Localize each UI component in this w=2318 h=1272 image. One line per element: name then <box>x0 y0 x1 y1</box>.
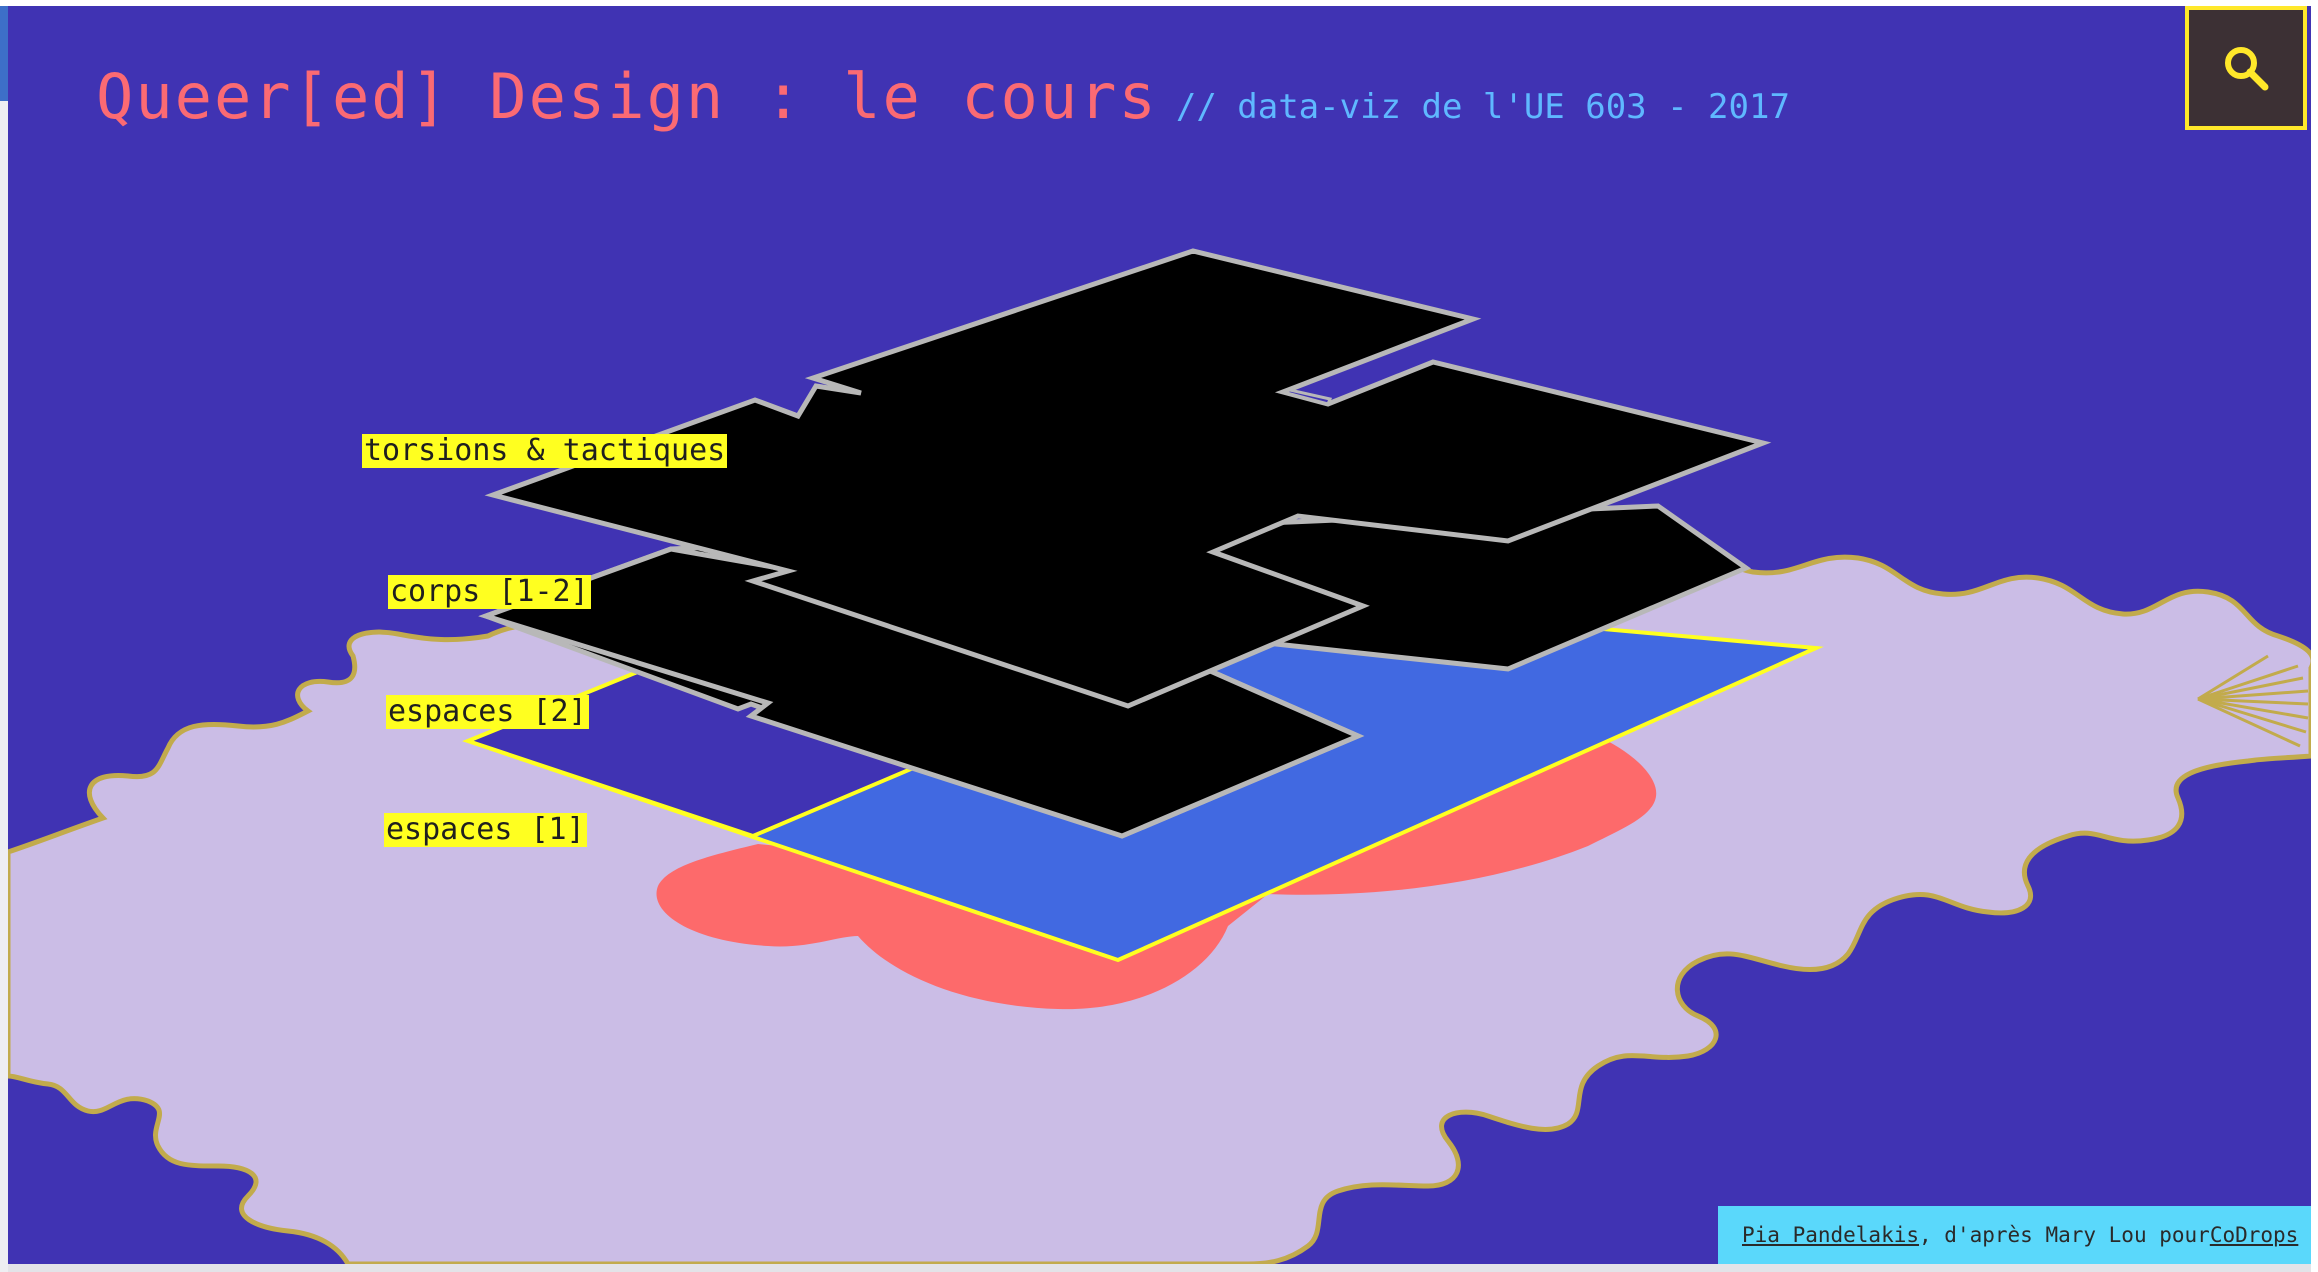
left-edge-tab <box>0 6 8 101</box>
credits-text: , d'après Mary Lou pour <box>1919 1223 2210 1247</box>
layer-label-espaces-1[interactable]: espaces [1] <box>384 813 587 847</box>
search-icon <box>2225 47 2269 91</box>
credits-author-link[interactable]: Pia Pandelakis <box>1742 1223 1919 1247</box>
layer-label-espaces-2[interactable]: espaces [2] <box>386 695 589 729</box>
layer-label-torsions[interactable]: torsions & tactiques <box>362 434 728 468</box>
page-title: Queer[ed] Design : le cours // data-viz d… <box>96 60 1790 133</box>
title-subtitle: // data-viz de l'UE 603 - 2017 <box>1175 87 1790 127</box>
left-window-edge <box>0 6 8 1272</box>
layers-visualization <box>8 248 2311 1264</box>
window-bottom-border <box>8 1264 2311 1272</box>
right-window-edge <box>2311 6 2318 1272</box>
credits-source-link[interactable]: CoDrops <box>2210 1223 2299 1247</box>
layer-label-corps[interactable]: corps [1-2] <box>388 575 591 609</box>
credits-bar: Pia Pandelakis, d'après Mary Lou pour Co… <box>1718 1206 2311 1264</box>
search-button[interactable] <box>2185 6 2307 130</box>
title-main: Queer[ed] Design : le cours <box>96 60 1158 133</box>
data-viz-stage: Queer[ed] Design : le cours // data-viz d… <box>8 6 2311 1264</box>
